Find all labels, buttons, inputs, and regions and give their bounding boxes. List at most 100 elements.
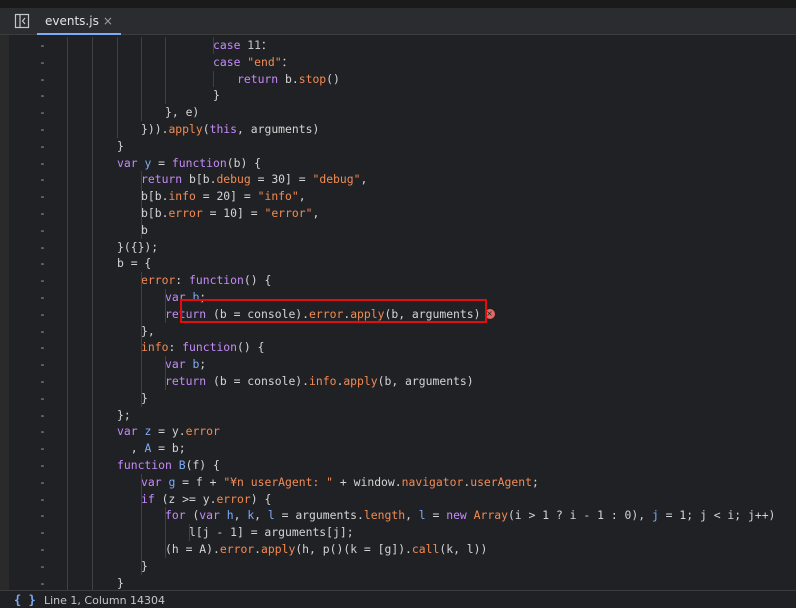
code-line: - if (z >= y.error) { [0,491,796,508]
code-token: function [171,155,227,170]
code-text: var z = y.error [117,423,220,440]
code-token: }({}); [117,239,159,254]
code-line: -})).apply(this, arguments) [0,121,796,138]
code-token: "¥n userAgent: " [223,474,334,489]
gutter-marker: - [39,88,46,103]
code-line: -b [0,222,796,239]
code-text: , A = b; [117,440,186,457]
code-line: - for (var h, k, l = arguments.length, l … [0,507,796,524]
error-highlight-box [180,299,487,323]
code-line: - return b[b.debug = 30] = "debug", [0,171,796,188]
code-line: -} [0,575,796,590]
code-text: b [141,222,148,239]
indent-guide [189,524,190,541]
code-token: }, e) [165,105,200,120]
code-text: }({}); [117,239,158,256]
code-token: (h, p()(k = [g]). [295,542,412,556]
code-token: (k, l)) [439,542,488,556]
code-token: ： [281,54,293,69]
code-token: this [209,122,238,136]
gutter-marker: - [39,155,46,170]
code-token: , [254,508,268,523]
code-token: l[j - 1] = arguments[j]; [189,525,354,540]
code-token: h [226,508,234,523]
gutter-marker: - [39,491,46,506]
code-token: }; [117,407,131,422]
code-token: for [165,508,193,523]
code-line: - var y = function(b) { [0,155,796,172]
code-token: ( [202,122,210,136]
code-token: = arguments. [274,508,364,523]
tab-events-js[interactable]: events.js × [37,8,121,35]
code-token: 11 [247,38,262,52]
indent-guide [213,70,214,88]
code-text: return (b = console).info.apply(b, argum… [165,373,474,390]
gutter-marker: - [39,122,46,136]
gutter-marker: - [39,306,46,321]
gutter-marker: - [39,441,46,456]
code-token: = [425,508,447,523]
code-token: "info" [257,189,299,204]
sidebar-toggle-icon[interactable] [14,13,30,29]
gutter-marker: - [39,340,46,355]
code-text: } [117,575,124,590]
code-token: = 30] = [250,172,313,187]
gutter-marker: - [39,558,46,573]
code-line: -}, e) [0,104,796,121]
gutter-marker: - [39,458,46,472]
code-token: stop [298,71,327,86]
code-token: error [168,206,203,220]
gutter-marker: - [39,138,46,153]
code-line: - return (b = console).info.apply(b, argu… [0,373,796,390]
code-text: (h = A).error.apply(h, p()(k = [g]).call… [165,541,487,558]
gutter-marker: - [39,575,46,590]
code-token: , arguments) [237,122,320,136]
code-token: error [219,542,255,556]
code-text: } [117,138,124,155]
code-token: apply [343,374,378,388]
code-text: info: function() { [141,339,264,356]
code-line: -}, [0,323,796,340]
gutter-marker: - [39,189,46,204]
code-token: debug [216,172,251,187]
code-text: b[b.error = 10] = "error", [141,205,319,222]
close-icon[interactable]: × [103,14,113,28]
code-token: var [141,474,169,489]
code-token: var [199,508,227,523]
gutter-marker: - [39,239,46,254]
code-token: : [168,340,183,355]
gutter-marker: - [39,206,46,220]
code-text: error: function() { [141,272,271,289]
code-line: -} [0,87,796,104]
indent-guide [117,37,118,138]
code-text: for (var h, k, l = arguments.length, l =… [165,507,775,524]
tab-label: events.js [45,13,99,28]
code-token: l [267,508,275,523]
gutter-marker: - [39,290,46,304]
indent-guide [141,171,142,239]
code-token: navigator [401,474,464,489]
code-token: function [189,273,244,288]
code-line: - (h = A).error.apply(h, p()(k = [g]).cal… [0,541,796,558]
indent-guide [141,473,142,575]
code-token: () { [237,340,265,355]
code-token: , [298,189,306,204]
code-text: }, [141,323,155,340]
code-token: function [117,458,179,472]
indent-guide [165,507,166,558]
code-line: - function B(f) { [0,457,796,474]
code-text: } [141,558,148,575]
gutter-marker: - [39,357,46,372]
code-token: userAgent [470,474,532,489]
pretty-print-icon[interactable]: { } [14,593,36,607]
code-text: } [141,390,148,407]
code-token: "error" [264,206,313,220]
code-token: "end" [247,54,282,69]
code-text: l[j - 1] = arguments[j]; [189,524,354,541]
code-token: error [185,424,220,439]
indent-guide [141,272,142,407]
code-token: , [117,441,145,456]
code-token: b [141,222,148,237]
code-token: (b) { [226,155,262,170]
gutter-marker: - [39,273,46,288]
